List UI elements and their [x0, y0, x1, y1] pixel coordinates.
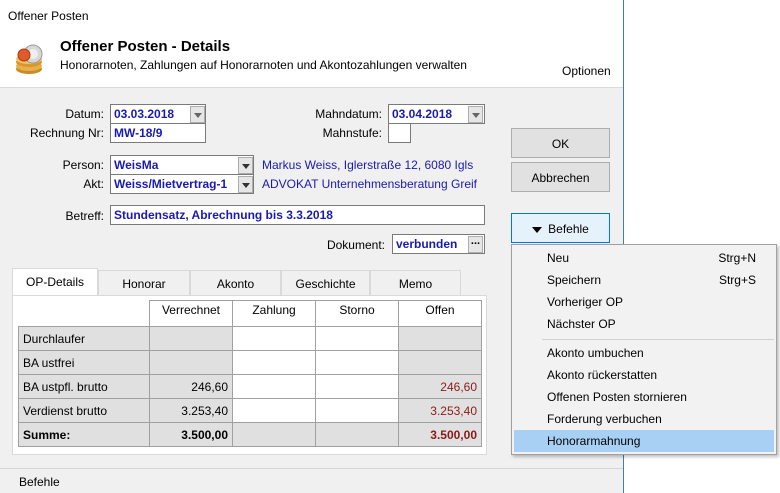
storno-cell[interactable] — [315, 326, 399, 351]
verrechnet-cell: 3.253,40 — [149, 398, 233, 423]
tab-akonto[interactable]: Akonto — [190, 270, 281, 295]
mahnstufe-field[interactable] — [388, 123, 411, 143]
storno-cell — [315, 422, 399, 447]
akt-label: Akt: — [83, 177, 104, 191]
menu-item-shortcut: Strg+S — [718, 273, 756, 287]
title-bar: Offener Posten — [0, 0, 623, 30]
akt-field[interactable]: Weiss/Mietvertrag-1 — [110, 174, 254, 194]
row-label: Durchlaufer — [18, 326, 150, 351]
dialog-subtitle: Honorarnoten, Zahlungen auf Honorarnoten… — [60, 58, 467, 72]
menu-item-naechster-op[interactable]: Nächster OP — [514, 313, 774, 335]
betreff-label: Betreff: — [65, 209, 104, 223]
dokument-label: Dokument: — [326, 238, 385, 252]
menu-item-label: Offenen Posten stornieren — [547, 390, 687, 404]
table-row: BA ustfrei — [18, 350, 482, 375]
verrechnet-cell: 3.500,00 — [149, 422, 233, 447]
table-row: Verdienst brutto 3.253,40 3.253,40 — [18, 398, 482, 423]
column-header: Offen — [398, 300, 482, 327]
table-corner — [18, 300, 150, 327]
menu-item-honorarmahnung[interactable]: Honorarmahnung — [514, 430, 774, 452]
ok-button[interactable]: OK — [511, 128, 610, 158]
verrechnet-cell: 246,60 — [149, 374, 233, 399]
status-text: Befehle — [19, 475, 60, 489]
offen-cell: 3.500,00 — [398, 422, 482, 447]
menu-item-shortcut: Strg+N — [718, 251, 756, 265]
akt-info: ADVOKAT Unternehmensberatung Greif — [262, 177, 477, 191]
menu-item-speichern[interactable]: Speichern Strg+S — [514, 269, 774, 291]
person-dropdown-icon[interactable] — [238, 157, 253, 174]
tab-op-details[interactable]: OP-Details — [12, 268, 98, 296]
menu-item-label: Neu — [547, 251, 570, 265]
op-details-table: Verrechnet Zahlung Storno Offen Durchlau… — [18, 300, 482, 447]
status-bar: Befehle — [0, 468, 623, 493]
menu-item-neu[interactable]: Neu Strg+N — [514, 247, 774, 269]
verrechnet-cell — [149, 326, 233, 351]
row-label: Summe: — [18, 422, 150, 447]
row-label: Verdienst brutto — [18, 398, 150, 423]
column-header: Verrechnet — [149, 300, 233, 327]
row-label: BA ustfrei — [18, 350, 150, 375]
table-row: Durchlaufer — [18, 326, 482, 351]
menu-item-label: Nächster OP — [547, 317, 616, 331]
abbrechen-button[interactable]: Abbrechen — [511, 162, 610, 192]
table-row-summe: Summe: 3.500,00 3.500,00 — [18, 422, 482, 447]
storno-cell[interactable] — [315, 398, 399, 423]
tab-honorar[interactable]: Honorar — [98, 270, 190, 295]
options-link[interactable]: Optionen — [562, 64, 611, 78]
offen-cell: 3.253,40 — [398, 398, 482, 423]
rechnung-field[interactable]: MW-18/9 — [110, 123, 206, 143]
storno-cell[interactable] — [315, 374, 399, 399]
verrechnet-cell — [149, 350, 233, 375]
befehle-button-label: Befehle — [548, 222, 589, 236]
menu-item-vorheriger-op[interactable]: Vorheriger OP — [514, 291, 774, 313]
person-label: Person: — [62, 158, 104, 172]
tab-geschichte[interactable]: Geschichte — [281, 270, 370, 295]
row-label: BA ustpfl. brutto — [18, 374, 150, 399]
offen-cell — [398, 326, 482, 351]
betreff-field[interactable]: Stundensatz, Abrechnung bis 3.3.2018 — [110, 205, 485, 225]
column-header: Zahlung — [232, 300, 316, 327]
person-field[interactable]: WeisMa — [110, 155, 254, 175]
menu-item-forderung-verbuchen[interactable]: Forderung verbuchen — [514, 408, 774, 430]
zahlung-cell — [232, 422, 316, 447]
datum-dropdown-icon[interactable] — [190, 106, 205, 123]
zahlung-cell[interactable] — [232, 374, 316, 399]
dialog-header: Offener Posten - Details Honorarnoten, Z… — [0, 30, 623, 88]
tab-memo[interactable]: Memo — [370, 270, 461, 295]
zahlung-cell[interactable] — [232, 398, 316, 423]
datum-label: Datum: — [65, 107, 104, 121]
zahlung-cell[interactable] — [232, 326, 316, 351]
mahndatum-label: Mahndatum: — [315, 107, 382, 121]
menu-item-label: Speichern — [547, 273, 602, 287]
column-header: Storno — [315, 300, 399, 327]
window-title: Offener Posten — [8, 9, 89, 23]
menu-item-label: Forderung verbuchen — [547, 412, 662, 426]
menu-item-label: Vorheriger OP — [547, 295, 624, 309]
akt-dropdown-icon[interactable] — [238, 176, 253, 193]
offen-cell — [398, 350, 482, 375]
menu-item-op-stornieren[interactable]: Offenen Posten stornieren — [514, 386, 774, 408]
menu-item-label: Akonto umbuchen — [547, 346, 644, 360]
menu-item-label: Akonto rückerstatten — [547, 368, 658, 382]
table-row: BA ustpfl. brutto 246,60 246,60 — [18, 374, 482, 399]
offen-cell: 246,60 — [398, 374, 482, 399]
befehle-button[interactable]: Befehle — [511, 213, 610, 243]
coin-stack-icon — [16, 44, 43, 74]
caret-down-icon — [532, 226, 543, 233]
dokument-browse-button[interactable]: ... — [468, 236, 483, 253]
menu-item-akonto-rueckerstatten[interactable]: Akonto rückerstatten — [514, 364, 774, 386]
befehle-menu: Neu Strg+N Speichern Strg+S Vorheriger O… — [511, 244, 777, 455]
menu-item-akonto-umbuchen[interactable]: Akonto umbuchen — [514, 342, 774, 364]
mahndatum-dropdown-icon[interactable] — [468, 106, 483, 123]
table-header-row: Verrechnet Zahlung Storno Offen — [18, 300, 482, 327]
rechnung-label: Rechnung Nr: — [29, 126, 104, 140]
storno-cell[interactable] — [315, 350, 399, 375]
mahnstufe-label: Mahnstufe: — [322, 126, 382, 140]
menu-separator — [542, 339, 774, 340]
dialog-title: Offener Posten - Details — [60, 38, 231, 55]
menu-item-label: Honorarmahnung — [547, 434, 641, 448]
person-info: Markus Weiss, Iglerstraße 12, 6080 Igls — [262, 158, 474, 172]
zahlung-cell[interactable] — [232, 350, 316, 375]
